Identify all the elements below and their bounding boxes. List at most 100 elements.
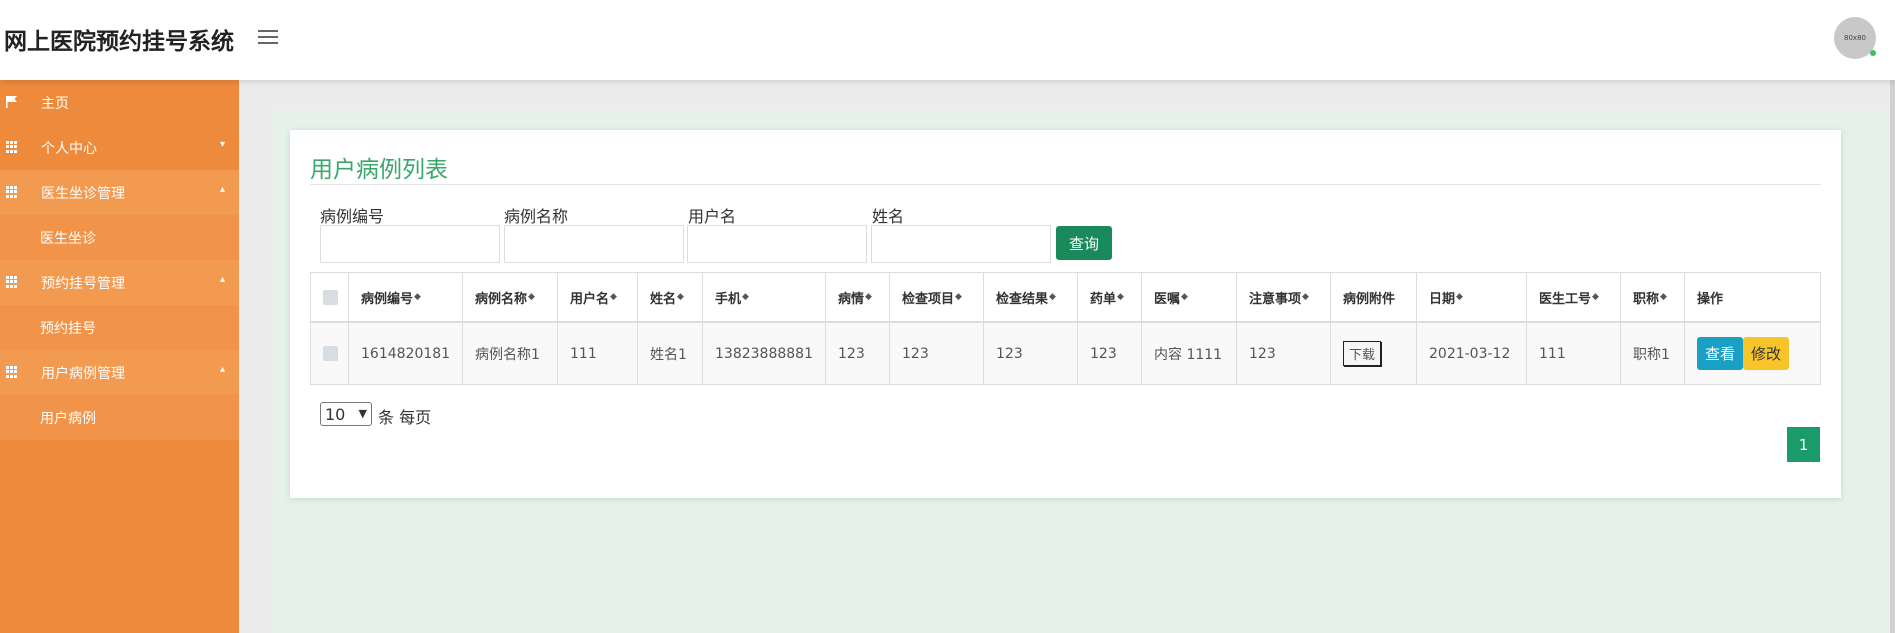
- sidebar-item-case-management[interactable]: 用户病例管理 ▴: [0, 350, 239, 395]
- chevron-up-icon: ▴: [219, 274, 225, 285]
- table-cell: 123: [1237, 323, 1331, 384]
- column-header[interactable]: 检查项目 ◆: [890, 273, 984, 321]
- grid-icon: [6, 366, 18, 378]
- sidebar-item-label: 主页: [41, 96, 69, 112]
- column-header[interactable]: 手机 ◆: [703, 273, 826, 321]
- chevron-up-icon: ▴: [219, 364, 225, 375]
- sort-icon: ◆: [1181, 292, 1188, 302]
- column-header: 操作: [1697, 291, 1724, 307]
- table-cell: 2021-03-12: [1417, 323, 1527, 384]
- filter-input-name[interactable]: [871, 225, 1051, 263]
- page-title: 用户病例列表: [310, 157, 448, 183]
- table-cell: 111: [558, 323, 638, 384]
- sidebar-item-personal-center[interactable]: 个人中心 ▾: [0, 125, 239, 170]
- sort-icon: ◆: [1456, 292, 1463, 302]
- filter-input-case-name[interactable]: [504, 225, 684, 263]
- column-header[interactable]: 医生工号 ◆: [1527, 273, 1621, 321]
- filter-label-username: 用户名: [688, 207, 737, 226]
- filter-label-case-name: 病例名称: [504, 207, 569, 226]
- select-all-cell: [311, 273, 349, 321]
- sidebar: 主页 个人中心 ▾ 医生坐诊管理 ▴ 医生坐诊 预约挂号管理 ▴ 预约挂号 用户…: [0, 80, 239, 633]
- sort-icon: ◆: [955, 292, 962, 302]
- sort-icon: ◆: [610, 292, 617, 302]
- flag-icon: [6, 96, 17, 108]
- filter-label-name: 姓名: [872, 207, 905, 226]
- search-button[interactable]: 查询: [1056, 226, 1112, 260]
- sort-icon: ◆: [865, 292, 872, 302]
- column-header[interactable]: 药单 ◆: [1078, 273, 1142, 321]
- table-cell: 123: [1078, 323, 1142, 384]
- select-all-checkbox[interactable]: [323, 289, 338, 305]
- table-cell: 病例名称1: [463, 323, 558, 384]
- column-header[interactable]: 日期 ◆: [1417, 273, 1527, 321]
- filter-input-case-id[interactable]: [320, 225, 500, 263]
- table-cell: 111: [1527, 323, 1621, 384]
- sidebar-item-label: 预约挂号管理: [41, 276, 125, 292]
- case-list-panel: 用户病例列表 病例编号 病例名称 用户名 姓名 查询 病例编号 ◆ 病例名称 ◆ 用…: [290, 130, 1841, 498]
- row-checkbox[interactable]: [323, 346, 338, 361]
- edit-button[interactable]: 修改: [1743, 337, 1790, 370]
- sort-icon: ◆: [742, 292, 749, 302]
- column-header[interactable]: 病例编号 ◆: [349, 273, 463, 321]
- sidebar-item-appointment[interactable]: 预约挂号: [0, 305, 239, 350]
- column-header[interactable]: 检查结果 ◆: [984, 273, 1078, 321]
- sidebar-item-doctor-schedule[interactable]: 医生坐诊: [0, 215, 239, 260]
- per-page-label: 条 每页: [378, 408, 432, 427]
- column-header[interactable]: 用户名 ◆: [558, 273, 638, 321]
- sidebar-item-appointment-management[interactable]: 预约挂号管理 ▴: [0, 260, 239, 305]
- sidebar-item-label: 用户病例: [40, 411, 96, 427]
- app-title: 网上医院预约挂号系统: [4, 29, 234, 55]
- sidebar-item-home[interactable]: 主页: [0, 80, 239, 125]
- chevron-down-icon: ▼: [358, 407, 367, 420]
- column-header[interactable]: 职称 ◆: [1621, 273, 1685, 321]
- table-cell: 内容 1111: [1142, 323, 1237, 384]
- view-button[interactable]: 查看: [1697, 337, 1744, 370]
- column-header[interactable]: 医嘱 ◆: [1142, 273, 1237, 321]
- table-cell: 姓名1: [638, 323, 703, 384]
- row-select-cell: [311, 323, 349, 384]
- sort-icon: ◆: [528, 292, 535, 302]
- page-size-select[interactable]: 10 ▼: [320, 402, 372, 426]
- page-scrollbar[interactable]: [1890, 0, 1895, 633]
- sort-icon: ◆: [1049, 292, 1056, 302]
- actions-cell: 查看 修改: [1685, 323, 1820, 384]
- sort-icon: ◆: [414, 292, 421, 302]
- menu-toggle-icon[interactable]: [258, 30, 278, 46]
- grid-icon: [6, 186, 18, 198]
- table-cell: 13823888881: [703, 323, 826, 384]
- sidebar-item-label: 用户病例管理: [41, 366, 125, 382]
- download-button[interactable]: 下载: [1343, 341, 1382, 366]
- sort-icon: ◆: [1592, 292, 1599, 302]
- online-status-dot: [1870, 50, 1876, 56]
- column-header[interactable]: 姓名 ◆: [638, 273, 703, 321]
- chevron-down-icon: ▾: [219, 139, 225, 150]
- grid-icon: [6, 276, 18, 288]
- column-header[interactable]: 病情 ◆: [826, 273, 890, 321]
- table-row: 1614820181 病例名称1 111 姓名1 13823888881 123…: [311, 323, 1820, 384]
- sidebar-item-label: 医生坐诊管理: [41, 186, 125, 202]
- top-header: 网上医院预约挂号系统 80x80: [0, 0, 1895, 80]
- title-divider: [310, 184, 1821, 185]
- sidebar-item-label: 个人中心: [41, 141, 97, 157]
- page-button-current[interactable]: 1: [1787, 427, 1820, 462]
- chevron-up-icon: ▴: [219, 184, 225, 195]
- filter-input-username[interactable]: [687, 225, 867, 263]
- sort-icon: ◆: [1302, 292, 1309, 302]
- sort-icon: ◆: [1660, 292, 1667, 302]
- column-header[interactable]: 注意事项 ◆: [1237, 273, 1331, 321]
- sort-icon: ◆: [1117, 292, 1124, 302]
- sidebar-item-user-cases[interactable]: 用户病例: [0, 395, 239, 440]
- column-header: 病例附件: [1331, 273, 1417, 321]
- sidebar-item-label: 预约挂号: [40, 321, 96, 337]
- sort-icon: ◆: [677, 292, 684, 302]
- table-header: 病例编号 ◆ 病例名称 ◆ 用户名 ◆ 姓名 ◆ 手机 ◆ 病情 ◆ 检查项目 ◆ 检查结果 ◆…: [311, 273, 1820, 323]
- table-cell: 123: [984, 323, 1078, 384]
- table-cell: 职称1: [1621, 323, 1685, 384]
- table-cell: 123: [890, 323, 984, 384]
- sidebar-item-label: 医生坐诊: [40, 231, 96, 247]
- column-header[interactable]: 病例名称 ◆: [463, 273, 558, 321]
- sidebar-item-doctor-schedule-management[interactable]: 医生坐诊管理 ▴: [0, 170, 239, 215]
- filter-label-case-id: 病例编号: [320, 207, 385, 226]
- attachment-cell: 下载: [1331, 323, 1417, 384]
- table-cell: 1614820181: [349, 323, 463, 384]
